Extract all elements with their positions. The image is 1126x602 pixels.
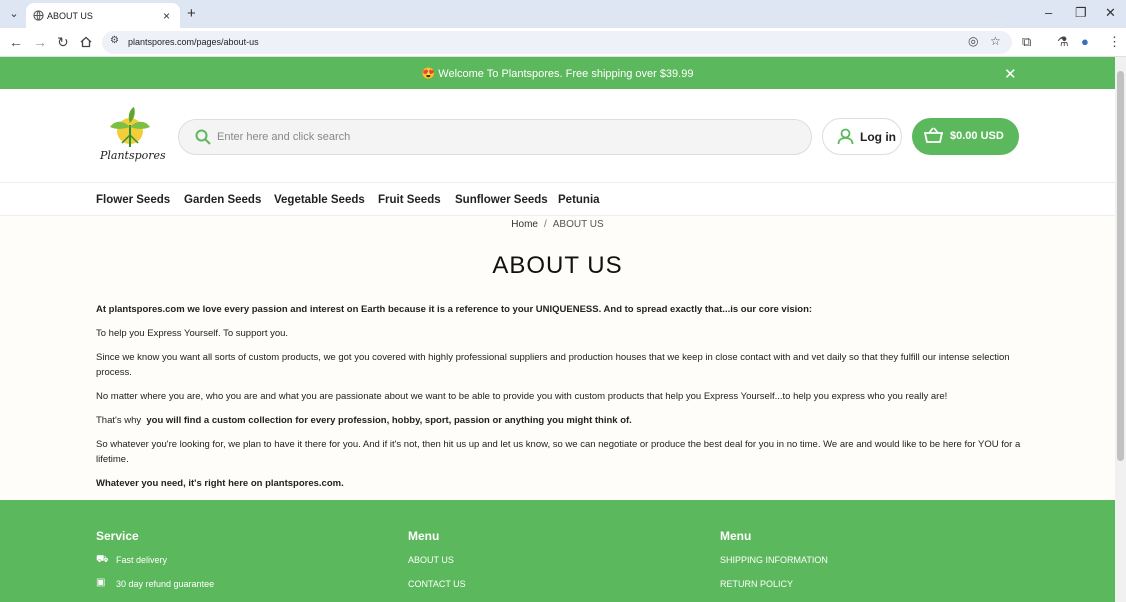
paragraph-no-matter: No matter where you are, who you are and… bbox=[96, 391, 948, 402]
nav-item-garden-seeds[interactable]: Garden Seeds bbox=[184, 194, 261, 206]
paragraph-express: To help you Express Yourself. To support… bbox=[96, 328, 289, 339]
labs-icon[interactable]: ⚗ bbox=[1057, 34, 1069, 50]
login-button[interactable]: Log in bbox=[822, 118, 902, 155]
thats-why-emphasis: you will find a custom collection for ev… bbox=[146, 415, 632, 426]
footer-menu-heading: Menu bbox=[408, 529, 440, 543]
cart-button[interactable]: $0.00 USD bbox=[912, 118, 1019, 155]
tab-close-icon[interactable]: × bbox=[163, 9, 170, 23]
tab-title: ABOUT US bbox=[47, 11, 93, 21]
logo-text: Plantspores bbox=[100, 149, 166, 162]
search-icon[interactable] bbox=[195, 129, 211, 145]
footer-link-about-us[interactable]: ABOUT US bbox=[408, 555, 454, 565]
restore-icon[interactable]: ❐ bbox=[1075, 5, 1087, 21]
breadcrumb: Home / ABOUT US bbox=[0, 219, 1115, 230]
truck-icon: ⛟ bbox=[96, 554, 109, 565]
paragraph-vision: At plantspores.com we love every passion… bbox=[96, 304, 813, 315]
browser-toolbar: ← → ↻ ⚙ plantspores.com/pages/about-us ◎… bbox=[0, 28, 1126, 57]
footer-service-heading: Service bbox=[96, 529, 139, 543]
home-icon[interactable] bbox=[80, 36, 92, 48]
breadcrumb-home[interactable]: Home bbox=[511, 219, 538, 230]
announcement-bar: 😍 Welcome To Plantspores. Free shipping … bbox=[0, 57, 1115, 89]
announcement-text: Welcome To Plantspores. Free shipping ov… bbox=[438, 68, 694, 80]
browser-tab[interactable]: ABOUT US × bbox=[26, 3, 180, 28]
browser-tab-strip: ⌄ ABOUT US × + – ❐ ✕ bbox=[0, 0, 1126, 28]
paragraph-thats-why: That's why you will find a custom collec… bbox=[96, 414, 1026, 429]
breadcrumb-current: ABOUT US bbox=[552, 219, 604, 230]
login-label: Log in bbox=[860, 130, 896, 144]
basket-icon bbox=[924, 127, 943, 143]
page-title: ABOUT US bbox=[492, 252, 623, 279]
site-footer: Service ⛟ Fast delivery ▣ 30 day refund … bbox=[0, 500, 1115, 602]
smile-emoji-icon: 😍 bbox=[421, 68, 436, 80]
box-icon: ▣ bbox=[96, 577, 106, 588]
footer-link-contact-us[interactable]: CONTACT US bbox=[408, 579, 466, 589]
url-text: plantspores.com/pages/about-us bbox=[128, 37, 259, 47]
scrollbar-thumb[interactable] bbox=[1117, 71, 1124, 461]
site-logo[interactable]: Plantspores bbox=[100, 105, 166, 165]
footer-link-return-policy[interactable]: RETURN POLICY bbox=[720, 579, 793, 589]
thats-why-lead: That's why bbox=[96, 415, 142, 426]
globe-icon bbox=[33, 10, 44, 21]
window-close-icon[interactable]: ✕ bbox=[1105, 5, 1116, 21]
bookmark-star-icon[interactable]: ☆ bbox=[990, 34, 1001, 48]
footer-refund-guarantee: 30 day refund guarantee bbox=[116, 579, 215, 589]
cart-total: $0.00 USD bbox=[950, 130, 1004, 142]
paragraph-whatever-need: Whatever you need, it's right here on pl… bbox=[96, 478, 344, 489]
reload-icon[interactable]: ↻ bbox=[57, 34, 69, 51]
paragraph-whatever-looking: So whatever you're looking for, we plan … bbox=[96, 439, 1021, 465]
user-icon bbox=[837, 128, 854, 145]
breadcrumb-separator: / bbox=[543, 219, 547, 230]
site-header: Plantspores Enter here and click search … bbox=[0, 89, 1115, 183]
back-icon[interactable]: ← bbox=[9, 34, 23, 50]
nav-item-vegetable-seeds[interactable]: Vegetable Seeds bbox=[274, 194, 365, 206]
nav-item-flower-seeds[interactable]: Flower Seeds bbox=[96, 194, 170, 206]
profile-icon[interactable]: ● bbox=[1081, 34, 1089, 49]
main-navigation: Flower Seeds Garden Seeds Vegetable Seed… bbox=[0, 183, 1115, 216]
extensions-icon[interactable]: ⧉ bbox=[1022, 34, 1031, 50]
search-placeholder: Enter here and click search bbox=[217, 131, 351, 143]
search-input[interactable]: Enter here and click search bbox=[178, 119, 812, 155]
footer-link-shipping[interactable]: SHIPPING INFORMATION bbox=[720, 555, 828, 565]
minimize-icon[interactable]: – bbox=[1045, 5, 1052, 20]
page-content: Home / ABOUT US ABOUT US At plantspores.co… bbox=[0, 216, 1115, 500]
footer-fast-delivery: Fast delivery bbox=[116, 555, 168, 565]
announcement-close-icon[interactable]: ✕ bbox=[1004, 65, 1017, 83]
nav-item-petunia[interactable]: Petunia bbox=[558, 194, 600, 206]
footer-menu2-heading: Menu bbox=[720, 529, 752, 543]
nav-item-sunflower-seeds[interactable]: Sunflower Seeds bbox=[455, 194, 548, 206]
page-scrollbar[interactable] bbox=[1115, 57, 1126, 602]
nav-item-fruit-seeds[interactable]: Fruit Seeds bbox=[378, 194, 441, 206]
paragraph-suppliers: Since we know you want all sorts of cust… bbox=[96, 352, 1010, 378]
site-info-icon[interactable]: ⚙ bbox=[110, 35, 119, 46]
plant-logo-icon bbox=[110, 107, 150, 147]
menu-kebab-icon[interactable]: ⋮ bbox=[1108, 34, 1121, 50]
tab-search-dropdown-icon[interactable]: ⌄ bbox=[6, 6, 22, 22]
address-bar[interactable]: ⚙ plantspores.com/pages/about-us ◎ ☆ bbox=[102, 31, 1012, 54]
eye-off-icon[interactable]: ◎ bbox=[968, 34, 978, 48]
new-tab-icon[interactable]: + bbox=[187, 5, 196, 22]
forward-icon[interactable]: → bbox=[33, 34, 47, 50]
